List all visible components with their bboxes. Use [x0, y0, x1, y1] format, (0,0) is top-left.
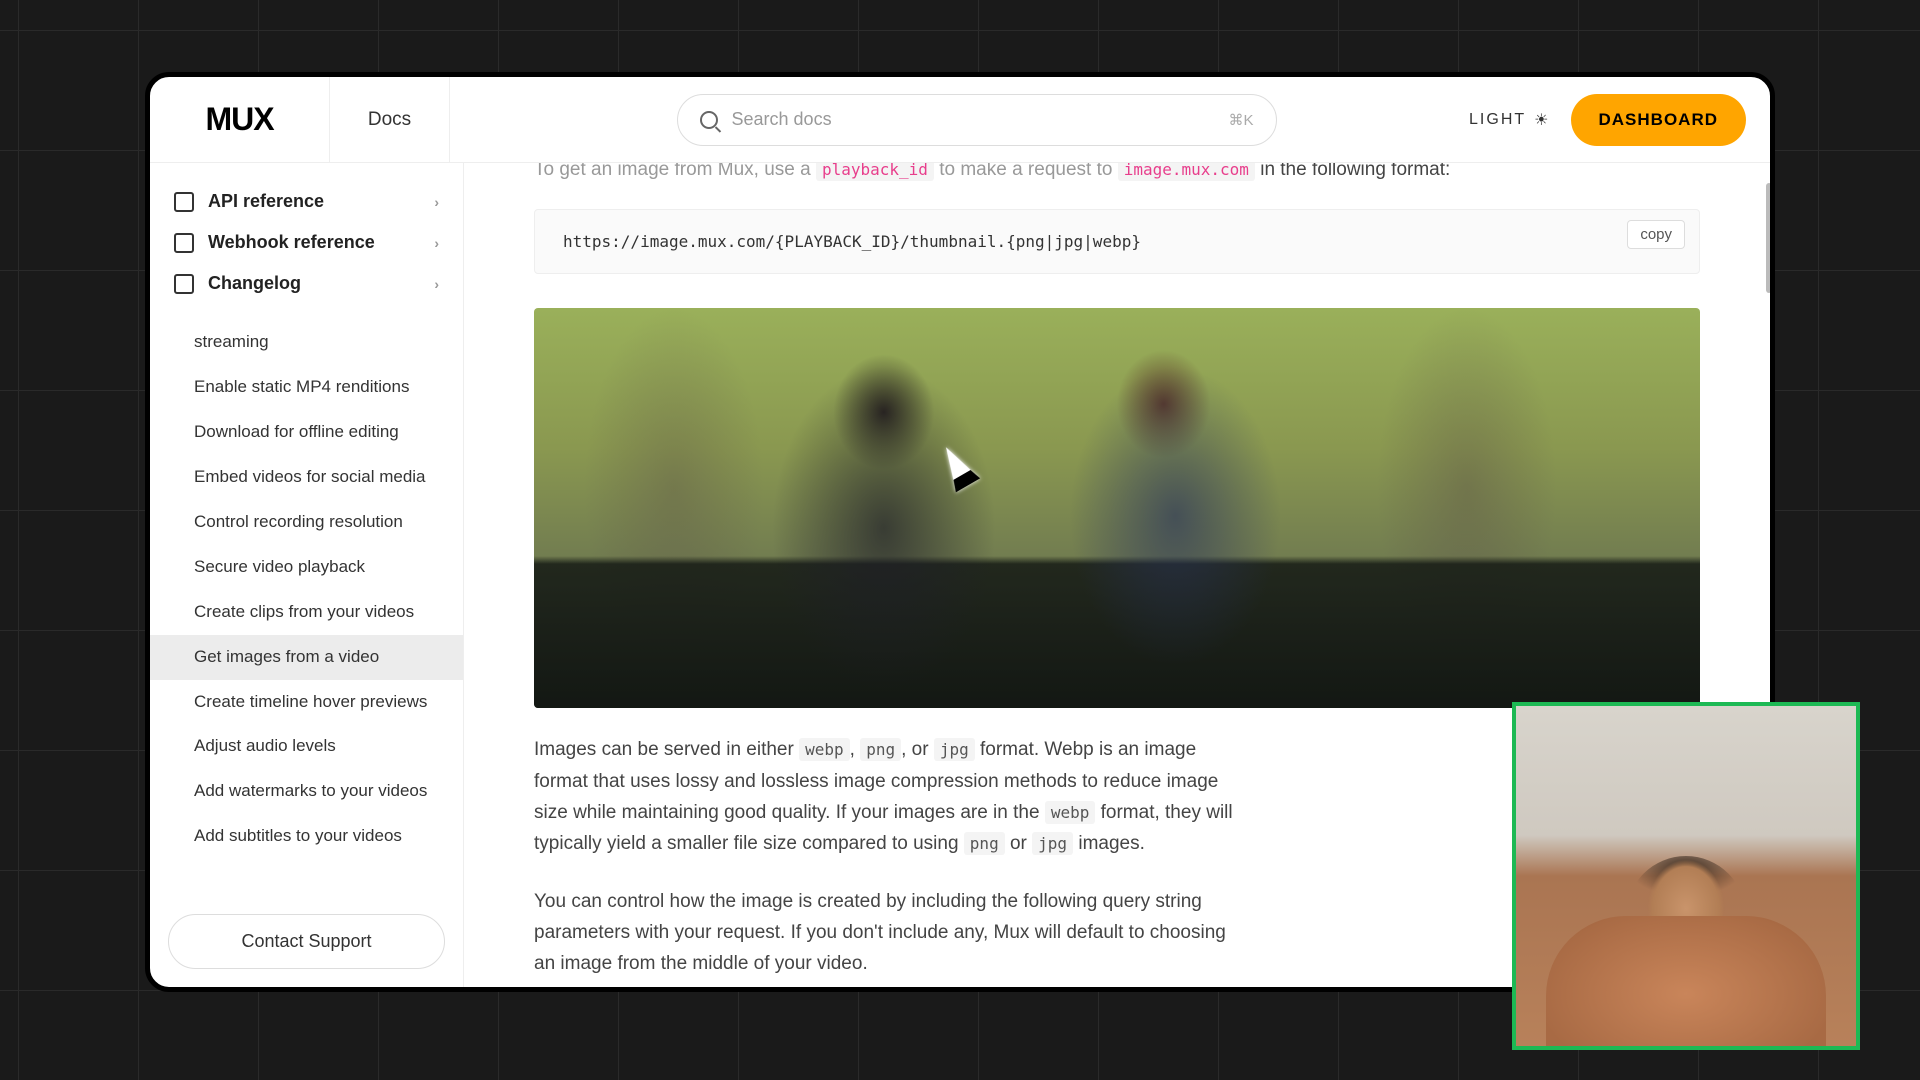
query-params-paragraph: You can control how the image is created… [534, 886, 1234, 980]
sidebar-item-subtitles[interactable]: Add subtitles to your videos [150, 814, 463, 859]
sun-icon: ☀ [1534, 110, 1550, 130]
sidebar: API reference › Webhook reference › Chan… [150, 163, 464, 987]
sidebar-item-download-offline[interactable]: Download for offline editing [150, 410, 463, 455]
sidebar-item-audio-levels[interactable]: Adjust audio levels [150, 724, 463, 769]
search-input[interactable]: Search docs ⌘K [677, 94, 1277, 146]
nav-api-reference[interactable]: API reference › [150, 181, 463, 222]
search-placeholder: Search docs [732, 109, 1215, 130]
sidebar-item-streaming[interactable]: streaming [150, 320, 463, 365]
dashboard-label: DASHBOARD [1599, 110, 1719, 129]
presenter-webcam [1512, 702, 1860, 1050]
theme-toggle[interactable]: LIGHT ☀ [1469, 110, 1550, 130]
webhook-icon [174, 233, 194, 253]
sidebar-item-static-mp4[interactable]: Enable static MP4 renditions [150, 365, 463, 410]
logo-area[interactable]: MUX [150, 77, 330, 162]
scrollbar-thumb[interactable] [1766, 183, 1772, 293]
sidebar-item-get-images[interactable]: Get images from a video [150, 635, 463, 680]
header: MUX Docs Search docs ⌘K LIGHT ☀ DASHBOAR… [150, 77, 1770, 163]
dashboard-button[interactable]: DASHBOARD [1571, 94, 1747, 146]
code-icon [174, 192, 194, 212]
cursor-icon [936, 444, 980, 493]
code-image-host: image.mux.com [1118, 163, 1255, 181]
sidebar-item-timeline-previews[interactable]: Create timeline hover previews [150, 680, 463, 725]
chevron-right-icon: › [434, 235, 439, 251]
theme-label: LIGHT [1469, 111, 1526, 129]
sidebar-item-watermarks[interactable]: Add watermarks to your videos [150, 769, 463, 814]
nav-list: streaming Enable static MP4 renditions D… [150, 312, 463, 896]
contact-support-button[interactable]: Contact Support [168, 914, 445, 969]
copy-button[interactable]: copy [1627, 220, 1685, 249]
docs-tab-label: Docs [368, 109, 411, 131]
sidebar-item-embed-social[interactable]: Embed videos for social media [150, 455, 463, 500]
example-thumbnail-image [534, 308, 1700, 708]
code-block: copy https://image.mux.com/{PLAYBACK_ID}… [534, 209, 1700, 274]
search-icon [700, 111, 718, 129]
chevron-right-icon: › [434, 276, 439, 292]
logo-text: MUX [205, 101, 273, 138]
chevron-right-icon: › [434, 194, 439, 210]
sidebar-item-create-clips[interactable]: Create clips from your videos [150, 590, 463, 635]
keyboard-shortcut-hint: ⌘K [1229, 111, 1254, 129]
sidebar-item-secure-playback[interactable]: Secure video playback [150, 545, 463, 590]
intro-paragraph: To get an image from Mux, use a playback… [534, 163, 1700, 185]
code-playback-id: playback_id [816, 163, 934, 181]
code-text: https://image.mux.com/{PLAYBACK_ID}/thum… [563, 232, 1141, 251]
format-paragraph: Images can be served in either webp, png… [534, 734, 1234, 859]
nav-top-section: API reference › Webhook reference › Chan… [150, 163, 463, 312]
docs-tab[interactable]: Docs [330, 77, 450, 162]
changelog-icon [174, 274, 194, 294]
nav-changelog[interactable]: Changelog › [150, 263, 463, 304]
nav-webhook-reference[interactable]: Webhook reference › [150, 222, 463, 263]
sidebar-item-recording-resolution[interactable]: Control recording resolution [150, 500, 463, 545]
